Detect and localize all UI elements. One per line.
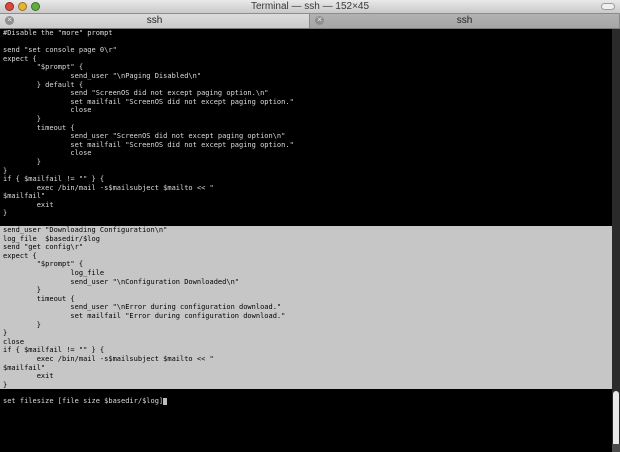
- tab-ssh-2[interactable]: ✕ ssh: [310, 14, 620, 28]
- terminal-line: #Disable the "more" prompt: [3, 29, 113, 37]
- tab-label: ssh: [456, 15, 473, 26]
- output-block: #Disable the "more" prompt send "set cons…: [0, 29, 612, 218]
- terminal-line: send_user "\nPaging Disabled\n": [3, 71, 202, 80]
- terminal-line: close: [3, 106, 92, 115]
- terminal-line: }: [0, 380, 612, 390]
- terminal-line: send_user "\nConfiguration Downloaded\n": [0, 277, 612, 287]
- title-bar[interactable]: Terminal — ssh — 152×45: [0, 0, 620, 14]
- terminal-line: send "ScreenOS did not except paging opt…: [3, 89, 269, 98]
- text-cursor: [163, 397, 168, 405]
- terminal-line: exec /bin/mail -s$mailsubject $mailto <<…: [0, 354, 612, 364]
- command-text: set filesize [file size $basedir/$log]: [3, 397, 164, 406]
- terminal-line: log_file $basedir/$log: [0, 234, 612, 244]
- terminal-window: Terminal — ssh — 152×45 ✕ ssh ✕ ssh #Dis…: [0, 0, 620, 452]
- terminal-line: "$prompt" {: [3, 63, 84, 72]
- terminal-line: set mailfail "ScreenOS did not except pa…: [3, 97, 294, 106]
- terminal-line: exit: [3, 200, 54, 209]
- terminal-line: $mailfail": [3, 192, 46, 201]
- terminal-line: expect {: [0, 251, 612, 261]
- terminal-line: send_user "Downloading Configuration\n": [0, 226, 612, 235]
- terminal-line: set mailfail "Error during configuration…: [0, 312, 612, 321]
- terminal-line: }: [0, 286, 612, 295]
- tab-bar: ✕ ssh ✕ ssh: [0, 14, 620, 29]
- terminal-line: close: [0, 337, 612, 347]
- terminal-line: }: [3, 114, 41, 123]
- selected-text-block[interactable]: send_user "Downloading Configuration\n" l…: [0, 226, 612, 390]
- blank-gap: [0, 218, 612, 226]
- terminal-line: }: [3, 209, 8, 218]
- window-title: Terminal — ssh — 152×45: [250, 1, 370, 12]
- terminal-line: if { $mailfail != "" } {: [0, 346, 612, 355]
- tab-ssh-1[interactable]: ✕ ssh: [0, 14, 310, 28]
- terminal-line: }: [0, 320, 612, 330]
- terminal-line: set mailfail "ScreenOS did not except pa…: [3, 140, 294, 149]
- terminal-line: "$prompt" {: [0, 260, 612, 270]
- terminal-line: timeout {: [3, 123, 75, 132]
- scrollbar-thumb[interactable]: [613, 391, 619, 447]
- terminal-line: timeout {: [0, 294, 612, 304]
- terminal-line: send "set console page 0\r": [3, 46, 117, 55]
- scrollbar[interactable]: [612, 29, 620, 452]
- toolbar-toggle-button[interactable]: [601, 3, 615, 10]
- command-line[interactable]: set filesize [file size $basedir/$log]: [0, 397, 612, 406]
- terminal-line: send_user "\nError during configuration …: [0, 303, 612, 312]
- terminal-line: log_file: [0, 269, 612, 278]
- terminal-line: close: [3, 149, 92, 158]
- resize-grip[interactable]: [612, 444, 620, 452]
- terminal-line: send "get config\r": [0, 243, 612, 252]
- terminal-line: $mailfail": [0, 363, 612, 373]
- terminal-line: expect {: [3, 54, 37, 63]
- terminal-line: }: [3, 166, 8, 175]
- terminal-line: send_user "ScreenOS did not except pagin…: [3, 132, 286, 141]
- terminal-line: }: [3, 157, 41, 166]
- terminal-line: }: [0, 329, 612, 338]
- terminal-output[interactable]: #Disable the "more" prompt send "set cons…: [0, 29, 612, 452]
- tab-label: ssh: [146, 15, 163, 26]
- terminal-line: exit: [0, 372, 612, 381]
- terminal-line: if { $mailfail != "" } {: [3, 175, 105, 184]
- terminal-line: exec /bin/mail -s$mailsubject $mailto <<…: [3, 183, 214, 192]
- terminal-line: } default {: [3, 80, 84, 89]
- blank-gap: [0, 389, 612, 397]
